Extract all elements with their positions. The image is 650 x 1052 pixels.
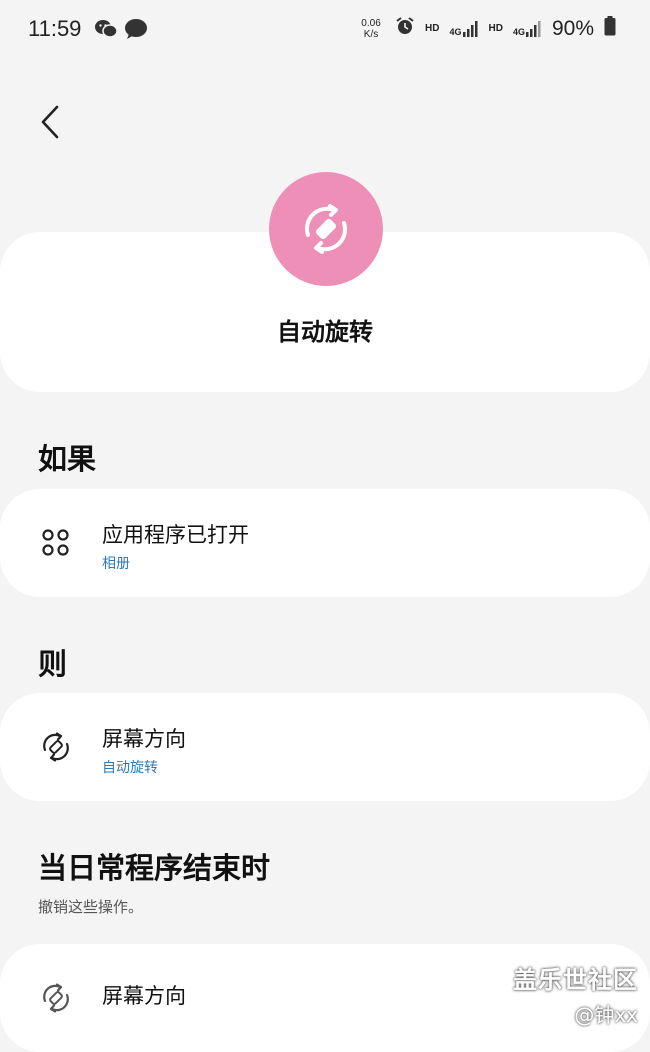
- row-subtitle: 相册: [102, 556, 130, 572]
- action-row-screen-orientation[interactable]: 屏幕方向 自动旋转: [0, 693, 650, 801]
- row-subtitle: 自动旋转: [102, 760, 158, 776]
- notification-icons: [94, 18, 148, 44]
- routine-icon[interactable]: [269, 172, 383, 286]
- back-button[interactable]: [26, 98, 74, 146]
- battery-icon: [604, 16, 616, 41]
- signal-icon: [525, 20, 541, 37]
- section-title-if: 如果: [38, 442, 97, 476]
- status-right: 0.06 K/s HD 4G HD 4G 90%: [357, 16, 616, 41]
- network-type-1: 4G: [449, 26, 462, 37]
- network-type-2: 4G: [512, 26, 525, 37]
- wechat-icon: [94, 18, 118, 44]
- row-title: 应用程序已打开: [102, 523, 249, 547]
- status-time: 11:59: [28, 16, 82, 41]
- section-title-then: 则: [38, 647, 68, 681]
- speed-value: 0.06: [361, 17, 381, 29]
- section-subtitle-end: 撤销这些操作。: [38, 898, 144, 916]
- undo-row-screen-orientation[interactable]: 屏幕方向: [0, 944, 650, 1052]
- row-title: 屏幕方向: [102, 984, 186, 1008]
- apps-grid-icon: [36, 523, 76, 563]
- routine-title: 自动旋转: [277, 318, 373, 346]
- status-bar: 11:59 0.06 K/s HD 4G HD 4G 90%: [0, 0, 650, 60]
- signal-icon: [462, 20, 477, 37]
- alarm-icon: [395, 16, 415, 41]
- battery-level: 90%: [551, 16, 594, 40]
- rotate-icon: [36, 727, 76, 767]
- section-title-end: 当日常程序结束时: [38, 851, 271, 885]
- signal-group-1: 4G: [449, 20, 478, 37]
- condition-row-app-opened[interactable]: 应用程序已打开 相册: [0, 489, 650, 597]
- network-speed: 0.06 K/s: [357, 18, 385, 40]
- signal-group-2: 4G: [512, 20, 542, 37]
- speed-unit: K/s: [363, 28, 379, 40]
- chevron-left-icon: [41, 105, 59, 139]
- hd-badge-2: HD: [488, 23, 503, 34]
- row-title: 屏幕方向: [102, 727, 186, 751]
- message-icon: [124, 18, 148, 44]
- auto-rotate-icon: [305, 204, 347, 254]
- rotate-icon: [36, 978, 76, 1018]
- hd-badge-1: HD: [425, 23, 440, 34]
